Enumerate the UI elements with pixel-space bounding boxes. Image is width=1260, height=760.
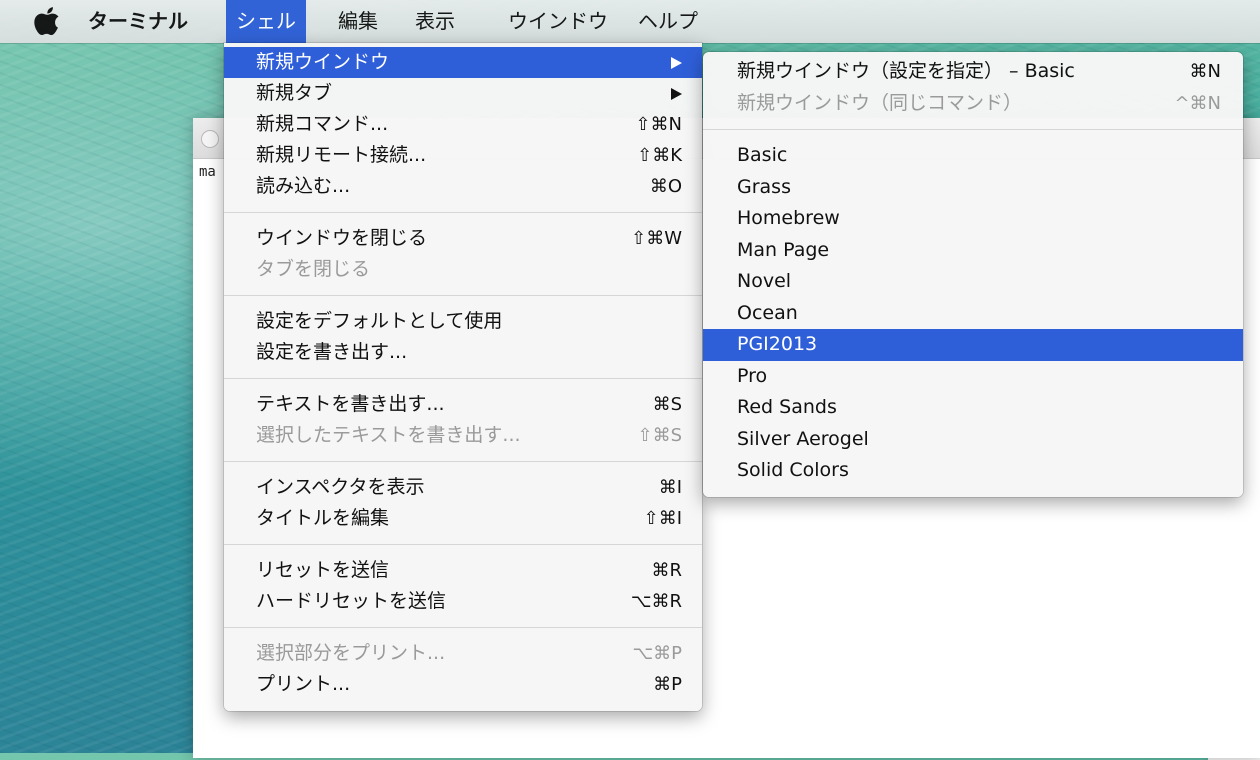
submenu-item-profile[interactable]: Solid Colors xyxy=(703,455,1243,487)
menu-item-export-settings[interactable]: 設定を書き出す... xyxy=(224,337,702,368)
menu-item-label: 設定をデフォルトとして使用 xyxy=(256,310,503,332)
menu-item-export-selected-text: 選択したテキストを書き出す... ⇧⌘S xyxy=(224,420,702,451)
shortcut-label: ⌥⌘R xyxy=(630,591,682,612)
menu-item-label: ウインドウを閉じる xyxy=(256,227,428,249)
apple-logo-icon[interactable] xyxy=(34,6,62,36)
submenu-item-profile[interactable]: Grass xyxy=(703,172,1243,204)
menu-item-new-remote-connection[interactable]: 新規リモート接続... ⇧⌘K xyxy=(224,140,702,171)
menu-edit[interactable]: 編集 xyxy=(328,0,388,43)
shortcut-label: ⇧⌘I xyxy=(643,508,682,529)
menu-item-new-tab[interactable]: 新規タブ xyxy=(224,78,702,109)
menu-item-label: Solid Colors xyxy=(737,459,849,481)
menu-item-label: 新規ウインドウ（同じコマンド） xyxy=(737,91,1023,114)
menu-item-label: 新規ウインドウ（設定を指定） – Basic xyxy=(737,60,1075,82)
menu-item-use-settings-as-default[interactable]: 設定をデフォルトとして使用 xyxy=(224,306,702,337)
submenu-item-profile-selected[interactable]: PGI2013 xyxy=(703,329,1243,361)
menu-item-label: Man Page xyxy=(737,238,830,261)
shortcut-label: ⌘R xyxy=(651,560,682,581)
menu-item-send-reset[interactable]: リセットを送信 ⌘R xyxy=(224,555,702,586)
menu-item-label: 新規ウインドウ xyxy=(256,51,390,73)
shortcut-label: ⇧⌘S xyxy=(637,425,682,446)
menu-item-label: Homebrew xyxy=(737,207,840,229)
menu-item-label: 選択したテキストを書き出す... xyxy=(256,424,521,446)
menu-item-label: インスペクタを表示 xyxy=(256,476,425,498)
menu-view[interactable]: 表示 xyxy=(405,0,465,43)
submenu-item-profile[interactable]: Pro xyxy=(703,361,1243,393)
menu-item-print[interactable]: プリント... ⌘P xyxy=(224,669,702,700)
submenu-item-new-window-basic[interactable]: 新規ウインドウ（設定を指定） – Basic ⌘N xyxy=(703,56,1243,88)
menu-item-label: 新規タブ xyxy=(256,82,333,104)
submenu-item-profile[interactable]: Red Sands xyxy=(703,392,1243,424)
menu-item-print-selection: 選択部分をプリント... ⌥⌘P xyxy=(224,638,702,669)
menu-separator xyxy=(224,627,702,628)
shortcut-label: ⌥⌘P xyxy=(632,643,682,664)
menu-item-label: Grass xyxy=(737,175,791,198)
shortcut-label: ⌘O xyxy=(649,176,682,197)
menu-item-show-inspector[interactable]: インスペクタを表示 ⌘I xyxy=(224,472,702,503)
menu-separator xyxy=(703,129,1243,130)
menu-help[interactable]: ヘルプ xyxy=(628,0,708,43)
menu-separator xyxy=(224,544,702,545)
menu-separator xyxy=(224,378,702,379)
submenu-item-profile[interactable]: Silver Aerogel xyxy=(703,424,1243,456)
shortcut-label: ⇧⌘K xyxy=(637,145,682,166)
menu-item-label: Red Sands xyxy=(737,396,837,418)
menu-item-label: タイトルを編集 xyxy=(256,507,390,529)
menu-item-label: Basic xyxy=(737,144,788,166)
menu-item-label: 読み込む... xyxy=(256,175,351,197)
submenu-item-profile[interactable]: Basic xyxy=(703,140,1243,172)
menu-item-label: PGI2013 xyxy=(737,333,818,355)
menu-item-close-window[interactable]: ウインドウを閉じる ⇧⌘W xyxy=(224,223,702,254)
close-window-icon[interactable] xyxy=(201,130,219,148)
shortcut-label: ⌘S xyxy=(652,394,682,415)
menu-bar: ターミナル シェル 編集 表示 ウインドウ ヘルプ xyxy=(0,0,1260,43)
shortcut-label: ^⌘N xyxy=(1174,92,1221,114)
menu-item-edit-title[interactable]: タイトルを編集 ⇧⌘I xyxy=(224,503,702,534)
submenu-arrow-icon xyxy=(671,88,682,100)
shortcut-label: ⌘I xyxy=(658,477,682,498)
menu-item-label: 新規リモート接続... xyxy=(256,144,427,166)
menu-item-label: 選択部分をプリント... xyxy=(256,642,446,664)
menu-separator xyxy=(224,461,702,462)
menu-terminal[interactable]: ターミナル xyxy=(78,0,198,43)
submenu-item-profile[interactable]: Man Page xyxy=(703,235,1243,267)
shortcut-label: ⇧⌘N xyxy=(635,114,682,135)
menu-item-label: テキストを書き出す... xyxy=(256,393,445,415)
menu-item-label: Ocean xyxy=(737,301,798,324)
submenu-item-profile[interactable]: Novel xyxy=(703,266,1243,298)
menu-item-open[interactable]: 読み込む... ⌘O xyxy=(224,171,702,202)
shortcut-label: ⇧⌘W xyxy=(631,228,682,249)
menu-separator xyxy=(224,212,702,213)
menu-shell[interactable]: シェル xyxy=(226,0,306,43)
terminal-text[interactable]: ma xyxy=(199,164,216,180)
submenu-item-new-window-same-command: 新規ウインドウ（同じコマンド） ^⌘N xyxy=(703,88,1243,120)
shell-menu: 新規ウインドウ 新規タブ 新規コマンド... ⇧⌘N 新規リモート接続... ⇧… xyxy=(224,43,702,711)
menu-item-export-text[interactable]: テキストを書き出す... ⌘S xyxy=(224,389,702,420)
menu-item-close-tab: タブを閉じる xyxy=(224,254,702,285)
submenu-arrow-icon xyxy=(671,57,682,69)
menu-window[interactable]: ウインドウ xyxy=(498,0,618,43)
menu-item-label: 新規コマンド... xyxy=(256,113,389,135)
menu-item-label: Pro xyxy=(737,364,768,387)
menu-item-send-hard-reset[interactable]: ハードリセットを送信 ⌥⌘R xyxy=(224,586,702,617)
menu-item-label: ハードリセットを送信 xyxy=(256,590,447,612)
menu-item-label: Novel xyxy=(737,270,792,292)
submenu-item-profile[interactable]: Homebrew xyxy=(703,203,1243,235)
menu-item-label: リセットを送信 xyxy=(256,559,390,581)
menu-item-label: タブを閉じる xyxy=(256,258,371,280)
new-window-submenu: 新規ウインドウ（設定を指定） – Basic ⌘N 新規ウインドウ（同じコマンド… xyxy=(703,52,1243,497)
menu-separator xyxy=(224,295,702,296)
submenu-item-profile[interactable]: Ocean xyxy=(703,298,1243,330)
menu-item-label: 設定を書き出す... xyxy=(256,341,408,363)
shortcut-label: ⌘N xyxy=(1189,61,1221,82)
menu-item-label: Silver Aerogel xyxy=(737,427,869,450)
menu-item-label: プリント... xyxy=(256,673,351,695)
menu-item-new-command[interactable]: 新規コマンド... ⇧⌘N xyxy=(224,109,702,140)
shortcut-label: ⌘P xyxy=(653,674,682,695)
menu-item-new-window[interactable]: 新規ウインドウ xyxy=(224,47,702,78)
